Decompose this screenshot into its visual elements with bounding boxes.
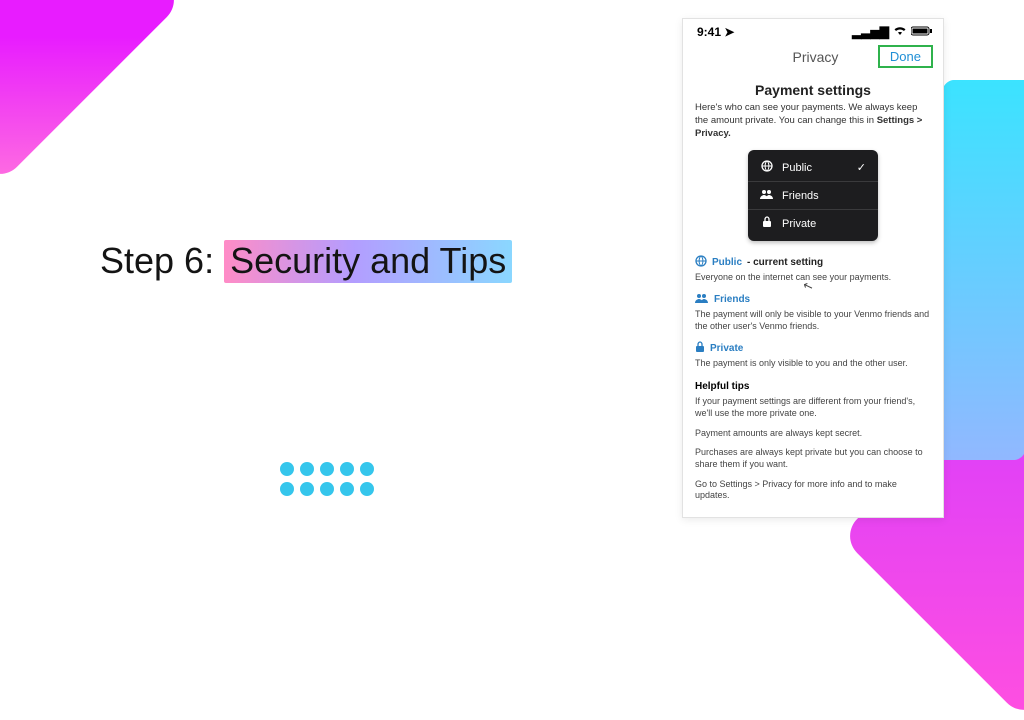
globe-icon <box>695 255 707 270</box>
friends-icon <box>695 292 709 307</box>
option-desc: The payment is only visible to you and t… <box>695 358 931 370</box>
tip-item: Go to Settings > Privacy for more info a… <box>683 477 943 508</box>
signal-icon: ▂▃▅▇ <box>852 25 889 39</box>
status-time: 9:41 ➤ <box>697 25 734 39</box>
status-bar: 9:41 ➤ ▂▃▅▇ <box>683 19 943 41</box>
wifi-icon <box>893 25 907 39</box>
dot-grid <box>280 462 374 496</box>
step-heading: Step 6: Security and Tips <box>100 240 512 282</box>
nav-bar: Privacy Done <box>683 41 943 74</box>
phone-mockup: 9:41 ➤ ▂▃▅▇ Privacy Done Payment setting… <box>682 18 944 518</box>
battery-icon <box>911 25 933 39</box>
intro-text: Here's who can see your payments. We alw… <box>683 102 943 140</box>
corner-gradient-tl <box>0 0 184 184</box>
selector-private[interactable]: Private <box>748 210 878 237</box>
tip-item: If your payment settings are different f… <box>683 394 943 425</box>
option-private: Private The payment is only visible to y… <box>683 341 943 378</box>
lock-icon <box>695 341 705 356</box>
lock-icon <box>760 216 774 231</box>
page-title: Payment settings <box>683 82 943 98</box>
option-desc: Everyone on the internet can see your pa… <box>695 272 931 284</box>
heading-prefix: Step 6: <box>100 240 224 281</box>
option-desc: The payment will only be visible to your… <box>695 309 931 332</box>
option-public: Public - current setting Everyone on the… <box>683 255 943 292</box>
check-icon: ✓ <box>857 161 866 174</box>
selector-friends[interactable]: Friends <box>748 182 878 210</box>
nav-title: Privacy <box>753 49 878 65</box>
tip-item: Purchases are always kept private but yo… <box>683 445 943 476</box>
selector-label: Public <box>782 162 812 174</box>
globe-icon <box>760 160 774 175</box>
friends-icon <box>760 188 774 203</box>
privacy-selector: Public ✓ Friends Private <box>748 150 878 241</box>
done-button[interactable]: Done <box>878 45 933 68</box>
selector-public[interactable]: Public ✓ <box>748 154 878 182</box>
heading-highlight: Security and Tips <box>224 240 512 283</box>
selector-label: Private <box>782 218 816 230</box>
tips-title: Helpful tips <box>683 377 943 394</box>
selector-label: Friends <box>782 190 819 202</box>
tip-item: Payment amounts are always kept secret. <box>683 426 943 446</box>
option-friends: Friends The payment will only be visible… <box>683 292 943 340</box>
